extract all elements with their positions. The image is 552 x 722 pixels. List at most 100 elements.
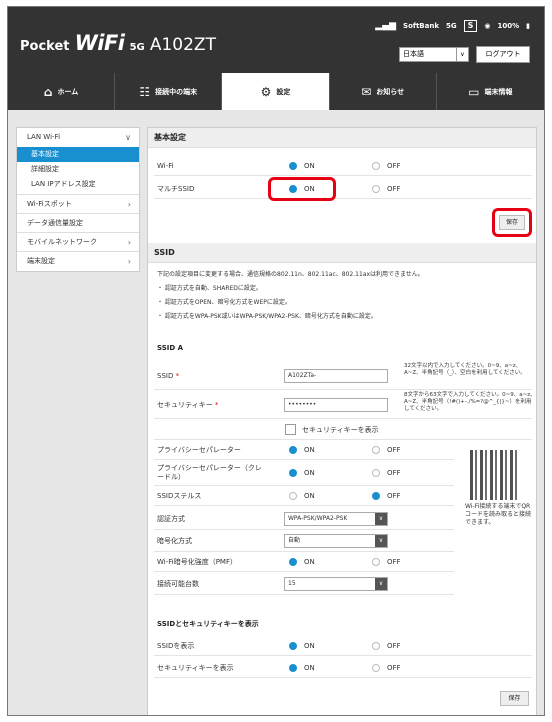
show-key-row: セキュリティキーを表示: [154, 420, 532, 440]
encryption-select[interactable]: 自動 ∨: [284, 534, 388, 548]
highlight-save-button: [492, 208, 532, 237]
show-key-checkbox[interactable]: [285, 424, 296, 435]
privacy-cradle-row: プライバシーセパレーター（クレードル） ON OFF: [154, 461, 454, 486]
ssid-note-bullet: ・ 認証方式を自動、SHAREDに設定。: [157, 285, 262, 292]
auth-select[interactable]: WPA-PSK/WPA2-PSK ∨: [284, 512, 388, 526]
chevron-right-icon: ›: [127, 200, 131, 209]
radio-label: ON: [304, 664, 315, 672]
mail-icon: ✉: [361, 84, 372, 99]
ssid-hint: 32文字以内で入力してください。0~9、a~z、A~Z、半角記号（_）、空白を利…: [404, 363, 526, 376]
brand-5g: 5G: [129, 42, 145, 53]
sidebar: LAN Wi-Fi ∨ 基本設定 詳細設定 LAN IPアドレス設定 Wi-Fiス…: [16, 127, 140, 272]
brand-pocket: Pocket: [20, 39, 70, 54]
show-security-key-row: セキュリティキーを表示 ON OFF: [154, 659, 532, 678]
sidebar-item-data-usage[interactable]: データ通信量設定: [17, 214, 139, 233]
radio-label: OFF: [387, 664, 401, 672]
show-security-key-on-radio[interactable]: [289, 664, 297, 672]
sidebar-subitem-basic[interactable]: 基本設定: [17, 147, 139, 162]
radio-label: OFF: [387, 185, 401, 193]
stealth-row: SSIDステルス ON OFF: [154, 487, 454, 506]
privacy-cradle-on-radio[interactable]: [289, 469, 297, 477]
brand-logo: Pocket WiFi 5G A102ZT: [20, 33, 216, 58]
stealth-off-radio[interactable]: [372, 492, 380, 500]
encryption-label: 暗号化方式: [157, 537, 192, 545]
chevron-down-icon: ∨: [456, 48, 468, 61]
language-select[interactable]: 日本語 ∨: [399, 47, 469, 62]
pmf-on-radio[interactable]: [289, 558, 297, 566]
pmf-label: Wi-Fi暗号化強度（PMF）: [157, 558, 237, 566]
battery-icon: ▮: [526, 22, 530, 30]
sidebar-item-label: LAN Wi-Fi: [27, 133, 61, 141]
device-info-icon: ▭: [468, 84, 480, 99]
chevron-down-icon: ∨: [375, 513, 387, 525]
radio-label: ON: [304, 469, 315, 477]
radio-label: ON: [304, 492, 315, 500]
stealth-on-radio[interactable]: [289, 492, 297, 500]
tab-settings[interactable]: ⚙ 設定: [222, 73, 330, 110]
language-value: 日本語: [403, 50, 424, 58]
security-key-input[interactable]: ••••••••: [284, 398, 388, 412]
stealth-label: SSIDステルス: [157, 492, 202, 500]
chevron-right-icon: ›: [127, 257, 131, 266]
ssid-input[interactable]: A102ZTa-: [284, 369, 388, 383]
show-ssid-row: SSIDを表示 ON OFF: [154, 637, 532, 656]
sidebar-item-mobile-network[interactable]: モバイルネットワーク ›: [17, 233, 139, 252]
sidebar-item-label: データ通信量設定: [27, 219, 83, 227]
brand-model: A102ZT: [149, 35, 216, 55]
tab-device-info[interactable]: ▭ 端末情報: [437, 73, 544, 110]
pmf-off-radio[interactable]: [372, 558, 380, 566]
network-type: 5G: [446, 22, 457, 30]
max-connections-label: 接続可能台数: [157, 580, 199, 588]
show-security-key-off-radio[interactable]: [372, 664, 380, 672]
sidebar-subitem-advanced[interactable]: 詳細設定: [17, 162, 139, 177]
sidebar-item-wifi-spot[interactable]: Wi-Fiスポット ›: [17, 195, 139, 214]
radio-label: ON: [304, 642, 315, 650]
ssid-note-bullet: ・ 認証方式をOPEN、暗号化方式をWEPに設定。: [157, 299, 291, 306]
ssid-save-button[interactable]: 保存: [500, 691, 529, 706]
sidebar-item-label: Wi-Fiスポット: [27, 200, 72, 208]
radio-label: OFF: [387, 162, 401, 170]
radio-label: OFF: [387, 469, 401, 477]
wifi-icon: ◉: [484, 22, 491, 30]
tab-home[interactable]: ⌂ ホーム: [8, 73, 116, 110]
multi-ssid-row: マルチSSID ON OFF: [154, 180, 532, 199]
show-ssid-label: SSIDを表示: [157, 642, 195, 650]
highlight-multi-ssid-on: [268, 177, 336, 201]
privacy-off-radio[interactable]: [372, 446, 380, 454]
privacy-cradle-off-radio[interactable]: [372, 469, 380, 477]
signal-bars-icon: ▂▄▆: [375, 21, 397, 31]
tab-notifications[interactable]: ✉ お知らせ: [330, 73, 437, 110]
max-connections-select[interactable]: 15 ∨: [284, 577, 388, 591]
encryption-value: 自動: [288, 537, 301, 544]
tab-label: 接続中の端末: [155, 87, 198, 96]
header: Pocket WiFi 5G A102ZT ▂▄▆ SoftBank 5G S …: [8, 7, 544, 73]
wifi-on-radio[interactable]: [289, 162, 297, 170]
show-ssid-on-radio[interactable]: [289, 642, 297, 650]
multi-ssid-label: マルチSSID: [157, 185, 195, 193]
show-security-key-label: セキュリティキーを表示: [157, 664, 234, 672]
tab-connected-devices[interactable]: ☷ 接続中の端末: [115, 73, 223, 110]
browser-frame: Pocket WiFi 5G A102ZT ▂▄▆ SoftBank 5G S …: [7, 6, 545, 716]
radio-label: OFF: [387, 492, 401, 500]
brand-wifi: WiFi: [74, 31, 125, 55]
privacy-cradle-label: プライバシーセパレーター（クレードル）: [157, 464, 262, 481]
multi-ssid-off-radio[interactable]: [372, 185, 380, 193]
battery-percent: 100%: [497, 22, 520, 30]
basic-section-title: 基本設定: [148, 128, 536, 148]
ssid-a-title: SSID A: [157, 344, 184, 352]
sidebar-group-lan-wifi: LAN Wi-Fi ∨ 基本設定 詳細設定 LAN IPアドレス設定: [17, 128, 139, 195]
privacy-label: プライバシーセパレーター: [157, 446, 241, 454]
wifi-label: Wi-Fi: [157, 162, 174, 170]
ssid-row: SSID * A102ZTa- 32文字以内で入力してください。0~9、a~z、…: [154, 362, 532, 390]
auth-label: 認証方式: [157, 515, 185, 523]
sidebar-item-device-settings[interactable]: 端末設定 ›: [17, 252, 139, 271]
settings-content: 基本設定 Wi-Fi ON OFF マルチSSID ON OFF 保存 SSID…: [147, 127, 537, 715]
privacy-on-radio[interactable]: [289, 446, 297, 454]
logout-button[interactable]: ログアウト: [476, 46, 530, 63]
required-mark: *: [175, 372, 180, 380]
tab-label: ホーム: [57, 87, 79, 96]
show-ssid-off-radio[interactable]: [372, 642, 380, 650]
sidebar-subitem-lan-ip[interactable]: LAN IPアドレス設定: [17, 177, 139, 192]
sidebar-item-lan-wifi[interactable]: LAN Wi-Fi ∨: [17, 128, 139, 147]
wifi-off-radio[interactable]: [372, 162, 380, 170]
